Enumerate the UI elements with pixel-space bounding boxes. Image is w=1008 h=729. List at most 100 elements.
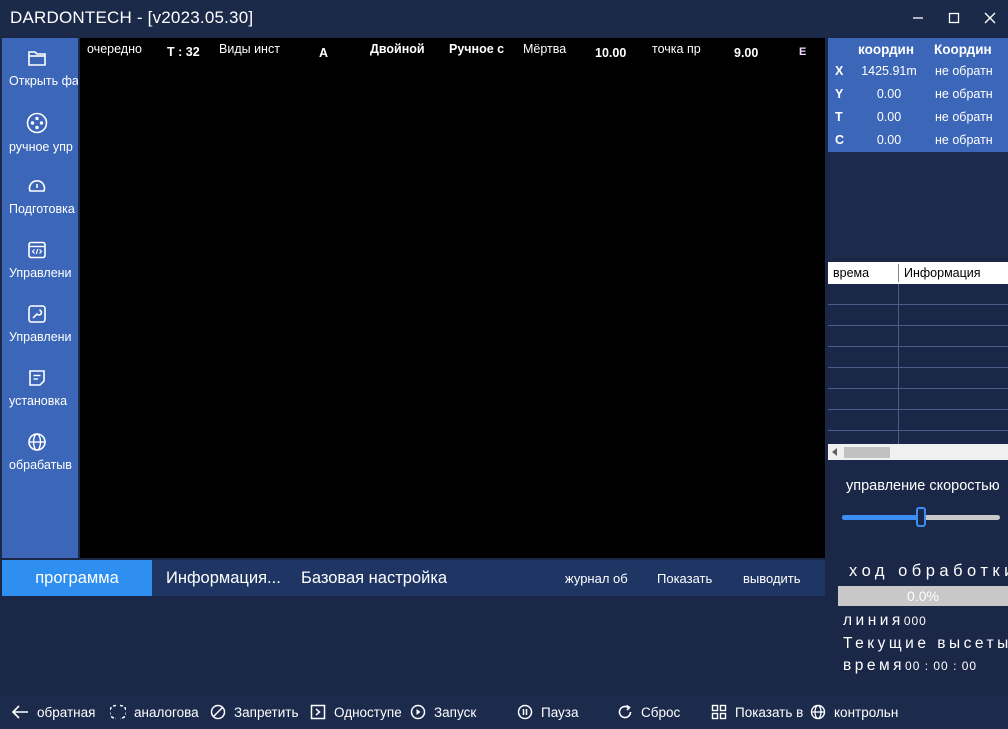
maximize-button[interactable]: [936, 0, 972, 36]
maximize-icon: [948, 12, 960, 24]
minimize-button[interactable]: [900, 0, 936, 36]
scroll-thumb[interactable]: [844, 447, 890, 458]
status-double-mode: Двойной: [370, 42, 425, 56]
sidebar-item-label: Управлени: [9, 330, 72, 344]
window-controls: [900, 0, 1008, 36]
status-tool-letter: A: [319, 46, 329, 60]
sidebar-item-label: Управлени: [9, 266, 72, 280]
log-row[interactable]: [828, 410, 1008, 431]
log-row[interactable]: [828, 326, 1008, 347]
log-row[interactable]: [828, 368, 1008, 389]
control-label: контрольн: [834, 704, 899, 720]
coord-row-t: T 0.00 не обратн: [828, 110, 1008, 133]
sidebar-item-open-file[interactable]: Открыть фа: [2, 38, 78, 102]
sidebar-item-label: Открыть фа: [9, 74, 78, 88]
sidebar-item-processing[interactable]: обрабатыв: [2, 422, 78, 486]
sidebar-item-settings[interactable]: установка: [2, 358, 78, 422]
line-value: 000: [903, 614, 927, 628]
reset-label: Сброс: [641, 704, 681, 720]
control-button[interactable]: контрольн: [810, 695, 898, 729]
log-horizontal-scrollbar[interactable]: [828, 444, 1008, 460]
progress-panel: ход обработки 0.0% линия000 Текущие высе…: [828, 560, 1008, 692]
height-label: Текущие высеты: [843, 635, 1008, 652]
speed-slider-fill: [842, 515, 921, 520]
tab-info[interactable]: Информация...: [166, 560, 281, 596]
axis-label: T: [835, 110, 843, 124]
status-manual-mode: Ручное с: [449, 42, 505, 56]
coord-header-machine: Координ: [934, 42, 992, 57]
coord-row-y: Y 0.00 не обратн: [828, 87, 1008, 110]
folder-icon: [28, 51, 46, 66]
status-e-indicator: E: [799, 46, 807, 58]
speed-panel: управление скоростью: [828, 464, 1008, 556]
scroll-left-icon[interactable]: [832, 448, 837, 456]
status-dead-zone-value: 10.00: [595, 46, 627, 60]
globe-icon: [810, 704, 826, 720]
wrench-icon: [28, 305, 46, 323]
sidebar-item-tool-management[interactable]: Управлени: [2, 294, 78, 358]
tab-log[interactable]: журнал об: [565, 560, 628, 596]
log-row[interactable]: [828, 431, 1008, 444]
bottom-toolbar: обратная аналогова Запретить Одноступе З…: [0, 695, 1008, 729]
status-queue: очередно: [87, 42, 142, 56]
joystick-icon: [26, 112, 48, 134]
status-tool-type: Виды инст: [219, 42, 280, 56]
show-label: Показать в: [735, 704, 804, 720]
speed-slider-handle[interactable]: [916, 507, 926, 527]
progress-line-row: линия000: [843, 612, 927, 630]
minimize-icon: [913, 17, 923, 19]
bottom-panel: программа Информация... Базовая настройк…: [2, 560, 825, 692]
single-step-button[interactable]: Одноступе: [310, 695, 402, 729]
coordinate-panel: координ Координ X 1425.91m не обратн Y 0…: [828, 38, 1008, 258]
log-row[interactable]: [828, 389, 1008, 410]
coordinate-table: координ Координ X 1425.91m не обратн Y 0…: [828, 38, 1008, 152]
title-bar: DARDONTECH - [v2023.05.30]: [0, 0, 1008, 36]
progress-height-row: Текущие высеты: [843, 635, 1008, 653]
pause-button[interactable]: Пауза: [517, 695, 579, 729]
start-button[interactable]: Запуск: [410, 695, 476, 729]
status-tool-number: T : 32: [167, 45, 200, 59]
show-button[interactable]: Показать в: [711, 695, 803, 729]
coord-row-c: C 0.00 не обратн: [828, 133, 1008, 156]
code-window-icon: [28, 241, 46, 259]
log-row[interactable]: [828, 284, 1008, 305]
log-header: врема Информация: [828, 262, 1008, 284]
tab-bar: программа Информация... Базовая настройк…: [2, 560, 825, 596]
tab-show[interactable]: Показать: [657, 560, 712, 596]
time-label: время: [843, 657, 906, 674]
work-canvas[interactable]: очередно T : 32 Виды инст A Двойной Ручн…: [80, 38, 825, 558]
speed-label: управление скоростью: [846, 478, 1000, 494]
coord-row-x: X 1425.91m не обратн: [828, 64, 1008, 87]
sidebar: Открыть фа ручное упр Подготовка Управле…: [2, 38, 78, 558]
tab-basic-settings[interactable]: Базовая настройка: [301, 560, 447, 596]
line-label: линия: [843, 612, 904, 629]
back-button[interactable]: обратная: [11, 695, 95, 729]
status-point: точка пр: [652, 42, 701, 56]
reset-button[interactable]: Сброс: [617, 695, 680, 729]
sidebar-item-label: Подготовка: [9, 202, 75, 216]
log-column-info[interactable]: Информация: [904, 266, 981, 280]
axis-label: C: [835, 133, 845, 147]
speed-slider[interactable]: [842, 507, 1000, 527]
close-button[interactable]: [972, 0, 1008, 36]
axis-machine-value: не обратн: [935, 110, 993, 124]
simulate-button[interactable]: аналогова: [110, 695, 199, 729]
sidebar-item-preparation[interactable]: Подготовка: [2, 166, 78, 230]
gauge-icon: [28, 180, 46, 192]
log-column-time[interactable]: врема: [833, 266, 869, 280]
log-row[interactable]: [828, 305, 1008, 326]
tab-program[interactable]: программа: [2, 560, 152, 596]
axis-machine-value: не обратн: [935, 64, 993, 78]
single-step-label: Одноступе: [334, 704, 402, 720]
disable-button[interactable]: Запретить: [210, 695, 298, 729]
step-icon: [310, 704, 326, 720]
grid-icon: [711, 704, 727, 720]
axis-label: X: [835, 64, 844, 78]
coord-header-work: координ: [858, 42, 915, 57]
sidebar-item-program-management[interactable]: Управлени: [2, 230, 78, 294]
sidebar-item-manual-control[interactable]: ручное упр: [2, 102, 78, 166]
time-value: 00 : 00 : 00: [905, 659, 978, 673]
log-row[interactable]: [828, 347, 1008, 368]
reset-icon: [618, 704, 632, 719]
tab-output[interactable]: выводить: [743, 560, 801, 596]
